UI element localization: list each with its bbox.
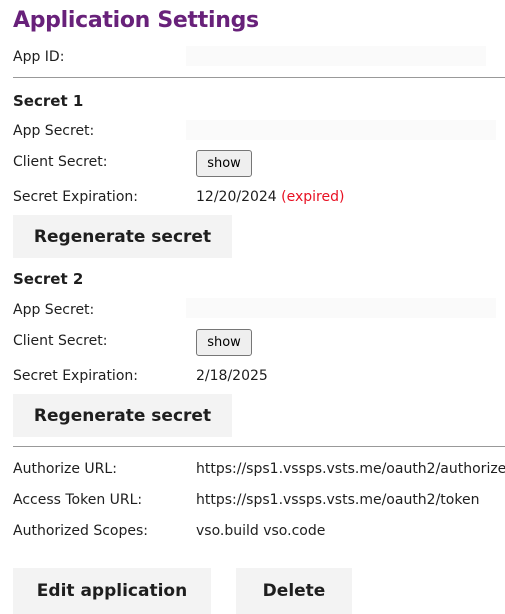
access-token-url-label: Access Token URL: (13, 492, 143, 508)
secret2-client-secret-label: Client Secret: (13, 333, 108, 349)
access-token-url-value: https://sps1.vssps.vsts.me/oauth2/token (196, 492, 480, 508)
secret1-show-button[interactable]: show (196, 150, 252, 177)
authorize-url-label: Authorize URL: (13, 461, 117, 477)
secret1-client-secret-label: Client Secret: (13, 154, 108, 170)
authorized-scopes-label: Authorized Scopes: (13, 523, 148, 539)
app-id-value-masked (186, 46, 486, 66)
secret2-expiration-date: 2/18/2025 (196, 368, 268, 384)
edit-application-button[interactable]: Edit application (13, 568, 211, 614)
secret1-app-secret-label: App Secret: (13, 123, 95, 139)
secret1-expiration-date: 12/20/2024 (196, 189, 277, 205)
delete-button[interactable]: Delete (236, 568, 352, 614)
secret1-expired-badge: (expired) (281, 189, 345, 205)
divider (13, 446, 505, 447)
secret2-regenerate-button[interactable]: Regenerate secret (13, 394, 232, 437)
secret2-expiration-label: Secret Expiration: (13, 368, 138, 384)
secret1-expiration-label: Secret Expiration: (13, 189, 138, 205)
secret1-app-secret-masked (186, 120, 496, 140)
app-id-label: App ID: (13, 49, 65, 65)
secret1-heading: Secret 1 (13, 92, 84, 110)
divider (13, 77, 505, 78)
authorized-scopes-value: vso.build vso.code (196, 523, 326, 539)
secret1-regenerate-button[interactable]: Regenerate secret (13, 215, 232, 258)
secret2-app-secret-label: App Secret: (13, 302, 95, 318)
secret2-app-secret-masked (186, 298, 496, 318)
page-title: Application Settings (13, 8, 259, 33)
secret2-show-button[interactable]: show (196, 329, 252, 356)
authorize-url-value: https://sps1.vssps.vsts.me/oauth2/author… (196, 461, 505, 477)
secret1-expiration-value-group: 12/20/2024 (expired) (196, 189, 344, 205)
secret2-heading: Secret 2 (13, 270, 84, 288)
